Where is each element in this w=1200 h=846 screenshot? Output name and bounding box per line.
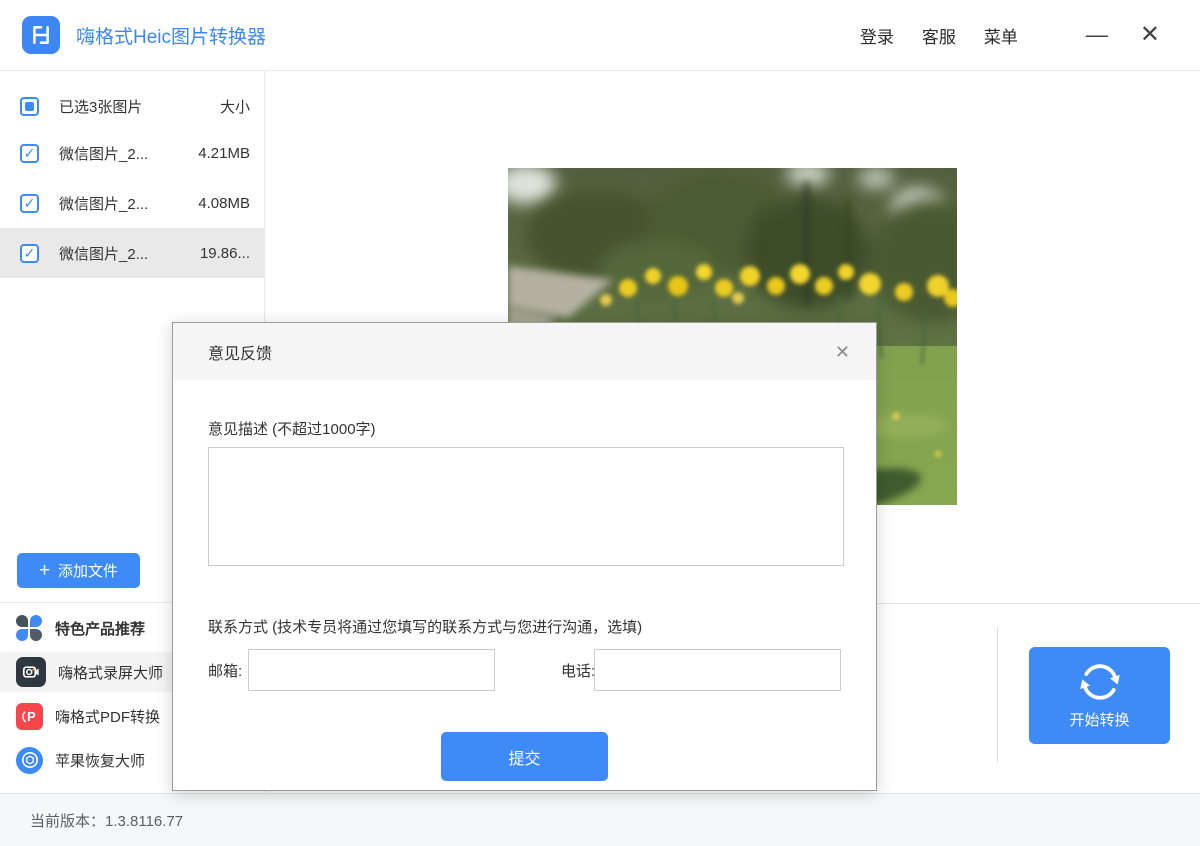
minimize-icon[interactable]: —: [1086, 24, 1108, 46]
start-convert-label: 开始转换: [1069, 709, 1129, 730]
file-size: 19.86...: [200, 245, 250, 262]
window-close-icon[interactable]: ✕: [1140, 23, 1160, 47]
file-checkbox[interactable]: ✓: [20, 144, 39, 163]
file-row[interactable]: ✓ 微信图片_2... 4.08MB: [0, 178, 264, 228]
featured-products-icon: [16, 615, 43, 642]
version-label: 当前版本：1.3.8116.77: [30, 810, 183, 831]
statusbar: 当前版本：1.3.8116.77: [0, 793, 1200, 846]
app-logo-icon: [22, 16, 60, 54]
file-checkbox[interactable]: ✓: [20, 244, 39, 263]
app-title: 嗨格式Heic图片转换器: [76, 22, 266, 49]
selected-count-label: 已选3张图片: [59, 96, 220, 117]
toolbar-vertical-divider: [997, 627, 998, 763]
contact-method-label: 联系方式 (技术专员将通过您填写的联系方式与您进行沟通，选填): [208, 616, 642, 637]
product-label: 嗨格式PDF转换: [55, 706, 160, 727]
file-name: 微信图片_2...: [59, 193, 198, 214]
email-label: 邮箱:: [208, 660, 242, 681]
submit-button[interactable]: 提交: [441, 732, 608, 781]
feedback-dialog: 意见反馈 ✕ 意见描述 (不超过1000字) 联系方式 (技术专员将通过您填写的…: [172, 322, 877, 791]
dialog-close-icon[interactable]: ✕: [835, 343, 850, 361]
login-link[interactable]: 登录: [860, 23, 894, 48]
product-label: 苹果恢复大师: [55, 750, 145, 771]
feedback-description-input[interactable]: [208, 447, 844, 566]
pdf-converter-icon: P: [16, 703, 43, 730]
start-convert-button[interactable]: 开始转换: [1029, 647, 1170, 744]
plus-icon: +: [39, 561, 50, 580]
file-checkbox[interactable]: ✓: [20, 194, 39, 213]
feedback-dialog-header: 意见反馈 ✕: [173, 323, 876, 380]
product-label: 嗨格式录屏大师: [58, 662, 163, 683]
file-size: 4.08MB: [198, 195, 250, 212]
featured-products-header: 特色产品推荐: [16, 612, 145, 644]
size-column-header: 大小: [220, 96, 250, 117]
featured-products-label: 特色产品推荐: [55, 618, 145, 639]
file-name: 微信图片_2...: [59, 143, 198, 164]
menu-link[interactable]: 菜单: [984, 23, 1018, 48]
select-all-checkbox[interactable]: [20, 97, 39, 116]
phone-field[interactable]: [594, 649, 841, 691]
support-link[interactable]: 客服: [922, 23, 956, 48]
add-file-button[interactable]: + 添加文件: [17, 553, 140, 588]
email-field[interactable]: [248, 649, 495, 691]
apple-recovery-icon: [16, 747, 43, 774]
titlebar: 嗨格式Heic图片转换器 登录 客服 菜单 — ✕: [0, 0, 1200, 71]
file-list-header: 已选3张图片 大小: [0, 84, 264, 128]
file-size: 4.21MB: [198, 145, 250, 162]
phone-label: 电话:: [561, 660, 595, 681]
svg-text:P: P: [27, 709, 36, 724]
screen-recorder-icon: [16, 657, 46, 687]
feedback-description-label: 意见描述 (不超过1000字): [208, 418, 376, 439]
convert-sync-icon: [1080, 662, 1120, 702]
file-name: 微信图片_2...: [59, 243, 200, 264]
file-row[interactable]: ✓ 微信图片_2... 4.21MB: [0, 128, 264, 178]
feedback-dialog-title: 意见反馈: [208, 340, 272, 364]
file-row[interactable]: ✓ 微信图片_2... 19.86...: [0, 228, 264, 278]
add-file-label: 添加文件: [58, 560, 118, 581]
